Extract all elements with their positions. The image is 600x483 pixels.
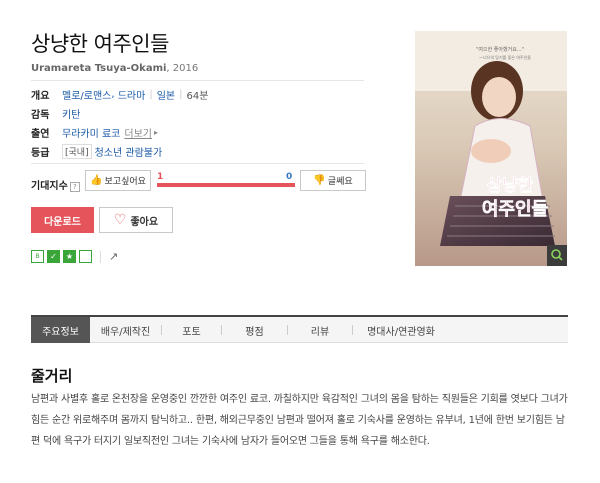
director-link[interactable]: 키탄 [62, 106, 80, 121]
tab-review[interactable]: 리뷰 [288, 317, 352, 343]
cast-label: 출연 [31, 128, 50, 140]
not-sure-button[interactable]: 👎 글쎄요 [300, 170, 366, 191]
square-icon[interactable] [79, 250, 92, 263]
naver-band-icon[interactable]: B [31, 250, 44, 263]
movie-poster[interactable]: "여으한 좋아했거요..." —너으의 탕기를 좋은 여주인들 상냥한 여주인들 [415, 31, 567, 266]
genre-link[interactable]: 드라마 [118, 87, 146, 102]
divider [31, 163, 364, 164]
release-year: 2016 [172, 63, 199, 74]
help-icon[interactable]: ? [69, 182, 80, 192]
genre-link[interactable]: 멜로/로맨스 [62, 87, 111, 102]
download-button[interactable]: 다운로드 [31, 207, 94, 233]
sns-share-row: B ✓ ★ ↗ [31, 250, 118, 263]
want-to-see-button[interactable]: 👍 보고싶어요 [85, 170, 151, 191]
rating-row: 등급 [국내] 청소년 관람불가 [31, 143, 162, 159]
director-row: 감독 키탄 [31, 105, 80, 121]
expectation-label: 기대지수? [31, 177, 80, 192]
age-rating-label: 등급 [31, 147, 50, 159]
cast-link[interactable]: 무라카미 료코 [62, 125, 120, 140]
tab-cast-crew[interactable]: 배우/제작진 [90, 317, 161, 343]
original-title: Uramareta Tsuya-Okami [31, 63, 167, 74]
like-button[interactable]: ♡ 좋아요 [99, 207, 173, 233]
meh-count: 0 [286, 172, 293, 182]
chevron-right-icon: ▸ [154, 127, 159, 137]
poster-title-line1: 상냥한 [487, 176, 534, 196]
check-icon[interactable]: ✓ [47, 250, 60, 263]
poster-title-line2: 여주인들 [482, 199, 548, 220]
overview-row: 개요 멜로/로맨스, 드라마 | 일본 | 64분 [31, 87, 209, 102]
age-rating-link[interactable]: 청소년 관람불가 [95, 144, 163, 159]
director-label: 감독 [31, 109, 50, 121]
page-title: 상냥한 여주인들 [31, 32, 169, 56]
detail-tabs: 주요정보 배우/제작진 포토 평점 리뷰 명대사/연관영화 [31, 315, 568, 343]
original-title-year: Uramareta Tsuya-Okami, 2016 [31, 63, 199, 74]
share-icon[interactable]: ↗ [109, 250, 118, 263]
synopsis-title: 줄거리 [31, 367, 73, 385]
tab-photo[interactable]: 포토 [162, 317, 221, 343]
want-count: 1 [157, 172, 164, 182]
tab-main-info[interactable]: 주요정보 [31, 317, 90, 343]
heart-icon: ♡ [113, 212, 127, 228]
svg-text:—너으의 탕기를 좋은 여주인들: —너으의 탕기를 좋은 여주인들 [479, 54, 531, 60]
divider [31, 80, 364, 81]
divider [100, 250, 101, 263]
expectation-bar-fill [157, 183, 295, 187]
more-cast-link[interactable]: 더보기 [124, 125, 152, 140]
tab-quotes-related[interactable]: 명대사/연관영화 [353, 317, 449, 343]
rating-region: [국내] [62, 143, 92, 159]
country-link[interactable]: 일본 [157, 87, 175, 102]
synopsis-body: 남편과 사별후 홀로 온천장을 운영중인 깐깐한 여주인 료코. 까칠하지만 육… [31, 394, 568, 447]
thumbs-up-icon: 👍 [90, 175, 103, 186]
cast-row: 출연 무라카미 료코 더보기 ▸ [31, 124, 158, 140]
zoom-button[interactable] [547, 245, 567, 266]
poster-tagline: "여으한 좋아했거요..." [476, 46, 524, 53]
overview-label: 개요 [31, 90, 50, 102]
star-icon[interactable]: ★ [63, 250, 76, 263]
tab-score[interactable]: 평점 [222, 317, 287, 343]
runtime: 64분 [186, 90, 209, 102]
thumbs-down-icon: 👎 [313, 175, 326, 186]
